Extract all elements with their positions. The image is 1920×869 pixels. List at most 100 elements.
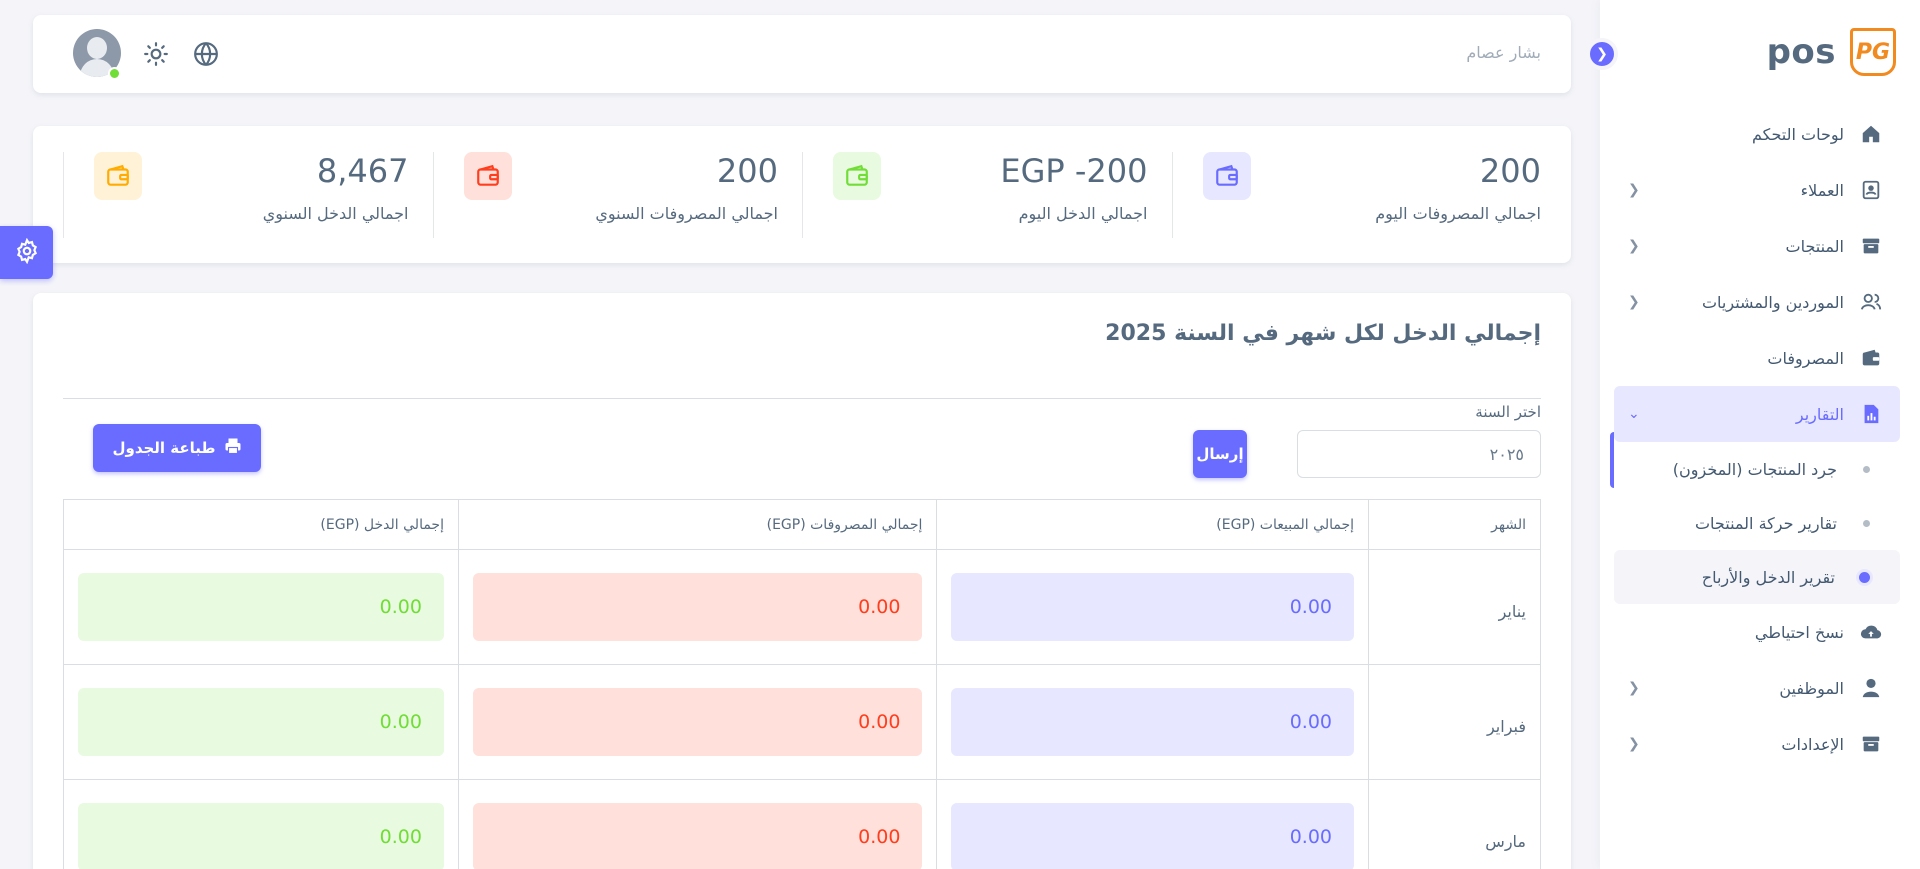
user-icon	[1860, 677, 1882, 699]
income-cell: 0.00	[63, 549, 459, 665]
sidebar-item-label: الموردين والمشتريات	[1701, 292, 1844, 312]
table-row: يناير 0.00 0.00 0.00	[63, 549, 1541, 665]
sidebar-subitem-product-movement[interactable]: تقارير حركة المنتجات	[1614, 496, 1900, 550]
expenses-value: 0.00	[472, 688, 923, 756]
stat-value: 200	[716, 152, 778, 190]
sidebar-item-label: الإعدادات	[1781, 734, 1844, 754]
stat-label: اجمالي الدخل اليوم	[1018, 204, 1148, 223]
sidebar-subitem-label: تقارير حركة المنتجات	[1694, 513, 1837, 533]
stat-value: EGP -200	[1000, 152, 1148, 190]
chevron-down-icon: ⌄	[1628, 406, 1640, 422]
income-cell: 0.00	[63, 664, 459, 780]
stat-yearly-expenses: 200 اجمالي المصروفات السنوي	[432, 152, 803, 238]
printer-icon	[224, 437, 242, 459]
expenses-cell: 0.00	[457, 549, 938, 665]
sidebar-item-suppliers[interactable]: الموردين والمشتريات ❮	[1614, 274, 1900, 330]
globe-icon[interactable]	[193, 41, 219, 67]
brand-logo: PG	[1850, 28, 1896, 76]
month-cell: يناير	[1368, 549, 1541, 665]
sidebar-item-label: المصروفات	[1767, 348, 1844, 368]
sidebar-item-backup[interactable]: نسخ احتياطي	[1614, 604, 1900, 660]
chevron-left-icon: ❮	[1628, 294, 1640, 310]
users-icon	[1860, 291, 1882, 313]
stat-daily-expenses: 200 اجمالي المصروفات اليوم	[1171, 152, 1541, 238]
sidebar-item-label: لوحات التحكم	[1751, 124, 1844, 144]
archive-icon	[1860, 235, 1882, 257]
year-input[interactable]	[1297, 430, 1541, 478]
wallet-icon	[1860, 347, 1882, 369]
sidebar-item-label: المنتجات	[1785, 236, 1845, 256]
sidebar-item-customers[interactable]: العملاء ❮	[1614, 162, 1900, 218]
sidebar-subitem-income-report[interactable]: تقرير الدخل والأرباح	[1614, 550, 1900, 604]
print-table-button[interactable]: طباعة الجدول	[93, 424, 261, 472]
stat-label: اجمالي المصروفات اليوم	[1375, 204, 1541, 223]
bullet-icon	[1859, 571, 1870, 583]
sales-cell: 0.00	[936, 779, 1369, 869]
active-indicator	[1610, 432, 1614, 488]
expenses-value: 0.00	[472, 803, 923, 869]
brand[interactable]: PG pos	[1767, 28, 1896, 76]
online-status-icon	[108, 67, 121, 80]
income-value: 0.00	[78, 688, 444, 756]
archive-icon	[1860, 733, 1882, 755]
expenses-value: 0.00	[472, 573, 923, 641]
income-table: الشهر إجمالي المبيعات (EGP) إجمالي المصر…	[63, 499, 1541, 869]
sidebar-item-employees[interactable]: الموظفين ❮	[1614, 660, 1900, 716]
print-label: طباعة الجدول	[112, 439, 216, 457]
stat-label: اجمالي الدخل السنوي	[262, 204, 409, 223]
report-title: إجمالي الدخل لكل شهر في السنة 2025	[1105, 321, 1541, 346]
sidebar-menu: لوحات التحكم العملاء ❮ المنتجات ❮ المورد…	[1614, 106, 1900, 772]
navbar: بشار عصام	[33, 15, 1571, 93]
sidebar-item-label: الموظفين	[1779, 678, 1844, 698]
sidebar-item-label: التقارير	[1795, 404, 1844, 424]
sidebar-item-label: نسخ احتياطي	[1754, 622, 1844, 642]
report-icon	[1860, 403, 1882, 425]
bullet-icon	[1863, 465, 1870, 473]
sidebar-subitem-inventory[interactable]: جرد المنتجات (المخزون)	[1614, 442, 1900, 496]
stat-daily-income: EGP -200 اجمالي الدخل اليوم	[802, 152, 1172, 238]
table-header-row: الشهر إجمالي المبيعات (EGP) إجمالي المصر…	[63, 499, 1541, 550]
chevron-right-icon: ❯	[1596, 46, 1608, 62]
cloud-upload-icon	[1860, 621, 1882, 643]
table-row: مارس 0.00 0.00 0.00	[63, 779, 1541, 869]
sales-value: 0.00	[951, 803, 1354, 869]
income-cell: 0.00	[63, 779, 459, 869]
sidebar: PG pos ❯ لوحات التحكم العملاء ❮ المنتجات…	[1586, 0, 1920, 869]
chevron-left-icon: ❮	[1628, 238, 1640, 254]
sidebar-item-expenses[interactable]: المصروفات	[1614, 330, 1900, 386]
month-cell: فبراير	[1368, 664, 1541, 780]
year-label: اختر السنة	[1475, 403, 1541, 421]
sidebar-subitem-label: تقرير الدخل والأرباح	[1701, 567, 1835, 587]
sidebar-item-products[interactable]: المنتجات ❮	[1614, 218, 1900, 274]
expenses-cell: 0.00	[457, 664, 938, 780]
column-header-expenses: إجمالي المصروفات (EGP)	[457, 499, 938, 550]
table-row: فبراير 0.00 0.00 0.00	[63, 664, 1541, 780]
submit-button[interactable]: إرسال	[1193, 430, 1247, 478]
chevron-left-icon: ❮	[1628, 680, 1640, 696]
chevron-left-icon: ❮	[1628, 736, 1640, 752]
sidebar-item-label: العملاء	[1800, 180, 1844, 200]
stat-yearly-income: 8,467 اجمالي الدخل السنوي	[63, 152, 433, 238]
wallet-icon	[94, 152, 142, 200]
stat-value: 200	[1479, 152, 1541, 190]
sales-cell: 0.00	[936, 664, 1369, 780]
sidebar-subitem-label: جرد المنتجات (المخزون)	[1672, 459, 1837, 479]
sales-value: 0.00	[951, 573, 1354, 641]
stat-label: اجمالي المصروفات السنوي	[595, 204, 778, 223]
bullet-icon	[1863, 519, 1870, 527]
theme-customizer-button[interactable]	[0, 226, 53, 279]
income-value: 0.00	[78, 573, 444, 641]
income-value: 0.00	[78, 803, 444, 869]
wallet-icon	[1202, 152, 1251, 200]
sidebar-item-settings[interactable]: الإعدادات ❮	[1614, 716, 1900, 772]
income-report-card: إجمالي الدخل لكل شهر في السنة 2025 اختر …	[33, 293, 1571, 869]
sidebar-item-reports[interactable]: التقارير ⌄	[1614, 386, 1900, 442]
expenses-cell: 0.00	[457, 779, 938, 869]
sales-value: 0.00	[951, 688, 1354, 756]
sales-cell: 0.00	[936, 549, 1369, 665]
stats-card: 200 اجمالي المصروفات اليوم EGP -200 اجما…	[33, 126, 1571, 263]
sidebar-collapse-button[interactable]: ❯	[1586, 38, 1618, 70]
sun-icon[interactable]	[143, 41, 169, 67]
sidebar-item-dashboards[interactable]: لوحات التحكم	[1614, 106, 1900, 162]
gear-icon	[14, 237, 40, 268]
